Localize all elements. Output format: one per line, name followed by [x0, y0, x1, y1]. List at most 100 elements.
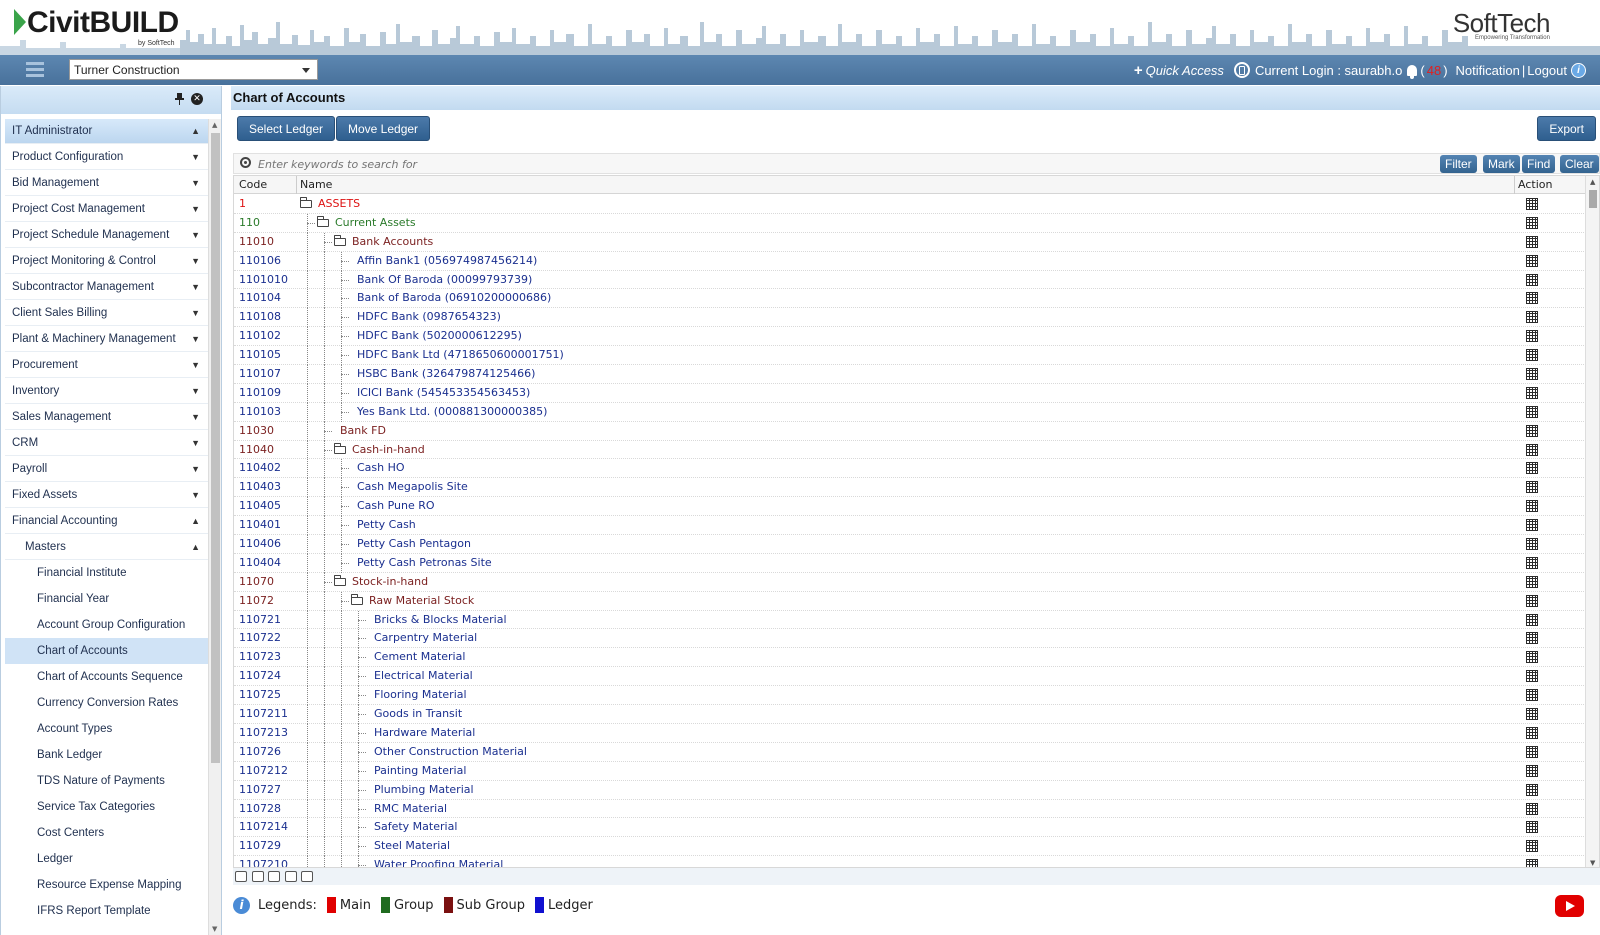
- table-row[interactable]: 110724 Electrical Material: [234, 667, 1586, 687]
- action-grid-icon[interactable]: [1526, 216, 1538, 229]
- table-row[interactable]: 1107210 Water Proofing Material: [234, 856, 1586, 867]
- action-grid-icon[interactable]: [1526, 538, 1538, 551]
- table-row[interactable]: 1107212 Painting Material: [234, 761, 1586, 781]
- mark-button[interactable]: Mark: [1483, 155, 1520, 173]
- bell-icon[interactable]: [1407, 64, 1418, 79]
- print-icon[interactable]: [268, 871, 280, 882]
- sidebar-item[interactable]: Subcontractor Management ▼: [5, 274, 208, 300]
- action-grid-icon[interactable]: [1526, 254, 1538, 267]
- account-name[interactable]: ASSETS: [300, 197, 360, 210]
- action-grid-icon[interactable]: [1526, 670, 1538, 683]
- table-row[interactable]: 110107 HSBC Bank (326479874125466): [234, 365, 1586, 385]
- account-name[interactable]: Petty Cash: [357, 518, 416, 531]
- account-name[interactable]: HDFC Bank (5020000612295): [357, 329, 522, 342]
- action-grid-icon[interactable]: [1526, 424, 1538, 437]
- sidebar-subitem[interactable]: Ledger: [5, 846, 208, 872]
- table-row[interactable]: 110109 ICICI Bank (545453354563453): [234, 383, 1586, 403]
- sidebar-item[interactable]: Client Sales Billing ▼: [5, 300, 208, 326]
- account-name[interactable]: Cash-in-hand: [334, 442, 425, 456]
- table-row[interactable]: 110103 Yes Bank Ltd. (000881300000385): [234, 402, 1586, 422]
- expand-folder-icon[interactable]: [285, 871, 297, 882]
- sidebar-item[interactable]: CRM ▼: [5, 430, 208, 456]
- table-row[interactable]: 11072 Raw Material Stock: [234, 591, 1586, 611]
- sidebar-subitem[interactable]: Bank Ledger: [5, 742, 208, 768]
- table-row[interactable]: 11010 Bank Accounts: [234, 232, 1586, 252]
- folder-open-icon[interactable]: [334, 574, 346, 586]
- table-row[interactable]: 110723 Cement Material: [234, 648, 1586, 668]
- account-name[interactable]: Cash Pune RO: [357, 499, 435, 512]
- action-grid-icon[interactable]: [1526, 575, 1538, 588]
- action-grid-icon[interactable]: [1526, 651, 1538, 664]
- action-grid-icon[interactable]: [1526, 783, 1538, 796]
- scroll-thumb[interactable]: [1589, 190, 1597, 208]
- account-name[interactable]: Plumbing Material: [374, 783, 474, 796]
- sidebar-item[interactable]: Financial Accounting ▲: [5, 508, 208, 534]
- notification-count[interactable]: 48: [1427, 63, 1441, 78]
- close-icon[interactable]: ✕: [191, 93, 203, 105]
- table-row[interactable]: 110403 Cash Megapolis Site: [234, 478, 1586, 498]
- account-name[interactable]: Water Proofing Material: [374, 858, 503, 867]
- action-grid-icon[interactable]: [1526, 198, 1538, 210]
- sidebar-subitem[interactable]: IFRS Report Template: [5, 898, 208, 924]
- action-grid-icon[interactable]: [1526, 292, 1538, 305]
- sidebar-item[interactable]: Payroll ▼: [5, 456, 208, 482]
- table-row[interactable]: 110726 Other Construction Material: [234, 742, 1586, 762]
- sidebar-subitem[interactable]: TDS Nature of Payments: [5, 768, 208, 794]
- table-row[interactable]: 110725 Flooring Material: [234, 686, 1586, 706]
- refresh-icon[interactable]: [235, 871, 247, 882]
- help-info-icon[interactable]: i: [1571, 62, 1586, 78]
- filter-button[interactable]: Filter: [1440, 155, 1477, 173]
- action-grid-icon[interactable]: [1526, 726, 1538, 739]
- table-row[interactable]: 110722 Carpentry Material: [234, 629, 1586, 649]
- document-icon[interactable]: [252, 871, 264, 882]
- account-name[interactable]: Bank Of Baroda (00099793739): [357, 273, 532, 286]
- menu-toggle-icon[interactable]: [26, 62, 44, 78]
- action-grid-icon[interactable]: [1526, 273, 1538, 286]
- action-grid-icon[interactable]: [1526, 840, 1538, 853]
- account-name[interactable]: Other Construction Material: [374, 745, 527, 758]
- table-row[interactable]: 110405 Cash Pune RO: [234, 497, 1586, 517]
- table-row[interactable]: 1101010 Bank Of Baroda (00099793739): [234, 270, 1586, 290]
- account-name[interactable]: Bank of Baroda (06910200000686): [357, 291, 551, 304]
- sidebar-subitem[interactable]: Financial Year: [5, 586, 208, 612]
- sidebar-scrollbar[interactable]: ▲ ▼: [208, 119, 221, 935]
- sidebar-subitem[interactable]: Chart of Accounts Sequence: [5, 664, 208, 690]
- action-grid-icon[interactable]: [1526, 235, 1538, 248]
- sidebar-item[interactable]: Product Configuration ▼: [5, 144, 208, 170]
- quick-access-link[interactable]: + Quick Access: [1134, 62, 1224, 79]
- action-grid-icon[interactable]: [1526, 443, 1538, 456]
- scroll-thumb[interactable]: [211, 133, 220, 763]
- column-header-action[interactable]: Action: [1518, 176, 1552, 194]
- sidebar-item[interactable]: Bid Management ▼: [5, 170, 208, 196]
- table-row[interactable]: 110402 Cash HO: [234, 459, 1586, 479]
- account-name[interactable]: Stock-in-hand: [334, 574, 428, 588]
- action-grid-icon[interactable]: [1526, 745, 1538, 758]
- action-grid-icon[interactable]: [1526, 764, 1538, 777]
- action-grid-icon[interactable]: [1526, 821, 1538, 834]
- account-name[interactable]: Bricks & Blocks Material: [374, 613, 507, 626]
- table-row[interactable]: 11030 Bank FD: [234, 421, 1586, 441]
- notification-link[interactable]: Notification: [1456, 63, 1520, 78]
- table-row[interactable]: 11040 Cash-in-hand: [234, 440, 1586, 460]
- account-name[interactable]: Steel Material: [374, 839, 450, 852]
- sidebar-item[interactable]: Project Cost Management ▼: [5, 196, 208, 222]
- action-grid-icon[interactable]: [1526, 311, 1538, 324]
- action-grid-icon[interactable]: [1526, 349, 1538, 362]
- search-options-icon[interactable]: [240, 157, 251, 168]
- account-name[interactable]: ICICI Bank (545453354563453): [357, 386, 530, 399]
- sidebar-item[interactable]: Inventory ▼: [5, 378, 208, 404]
- table-row[interactable]: 110105 HDFC Bank Ltd (4718650600001751): [234, 346, 1586, 366]
- scroll-down-icon[interactable]: ▼: [1590, 859, 1595, 867]
- account-name[interactable]: Petty Cash Petronas Site: [357, 556, 492, 569]
- logout-link[interactable]: Logout: [1527, 63, 1567, 78]
- table-row[interactable]: 110727 Plumbing Material: [234, 780, 1586, 800]
- folder-open-icon[interactable]: [351, 593, 363, 605]
- table-row[interactable]: 110 Current Assets: [234, 213, 1586, 233]
- account-name[interactable]: Carpentry Material: [374, 631, 477, 644]
- account-name[interactable]: Painting Material: [374, 764, 466, 777]
- sidebar-item-masters[interactable]: Masters ▲: [5, 534, 208, 560]
- scroll-up-icon[interactable]: ▲: [212, 121, 217, 129]
- account-name[interactable]: Flooring Material: [374, 688, 467, 701]
- column-header-name[interactable]: Name: [300, 176, 332, 194]
- account-name[interactable]: HDFC Bank Ltd (4718650600001751): [357, 348, 564, 361]
